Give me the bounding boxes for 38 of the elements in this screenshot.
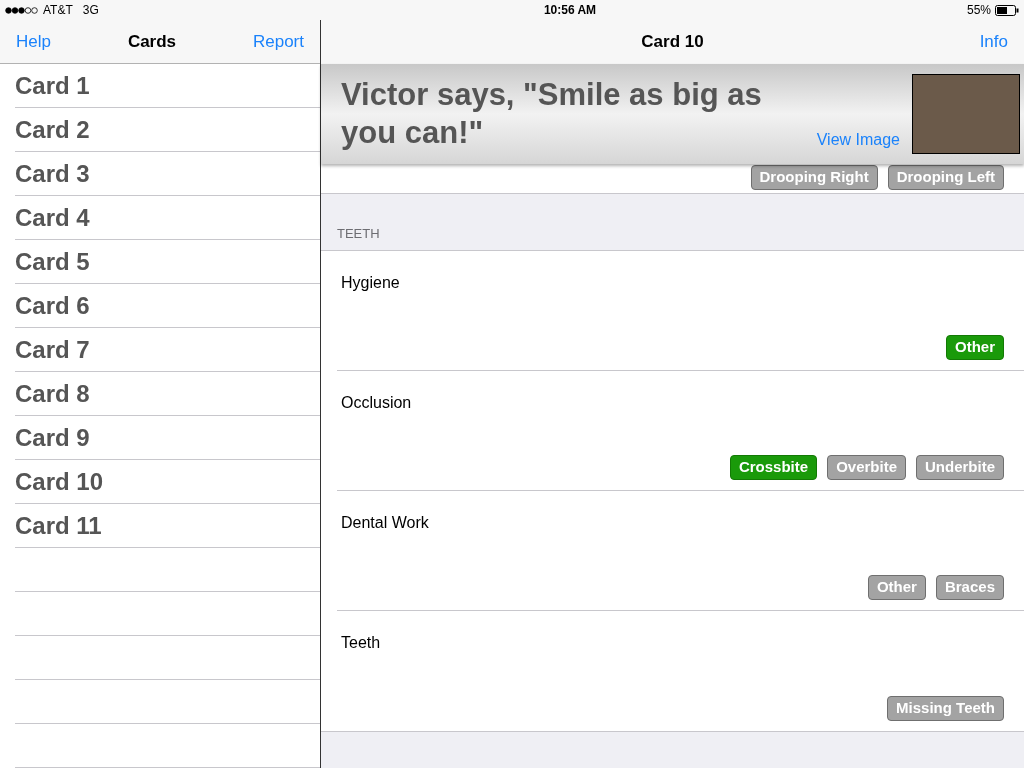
option-button[interactable]: Overbite <box>827 455 906 480</box>
card-list-item[interactable]: Card 11 <box>15 507 102 544</box>
card-list-item[interactable]: Card 6 <box>15 287 90 324</box>
card-list-item[interactable]: Card 1 <box>15 67 90 104</box>
option-button[interactable]: Missing Teeth <box>887 696 1004 721</box>
section-header: TEETH <box>337 225 380 244</box>
card-list-item[interactable]: Card 3 <box>15 155 90 192</box>
card-list-item[interactable]: Card 7 <box>15 331 90 368</box>
option-button[interactable]: Underbite <box>916 455 1004 480</box>
battery-percent: 55% <box>966 2 991 19</box>
option-button[interactable]: Drooping Right <box>750 165 878 190</box>
sidebar-title: Cards <box>127 30 177 53</box>
help-link[interactable]: Help <box>16 28 51 55</box>
info-link[interactable]: Info <box>979 29 1008 55</box>
option-button[interactable]: Other <box>867 575 926 600</box>
signal-icon <box>5 6 39 14</box>
option-button[interactable]: Other <box>946 335 1004 360</box>
option-button[interactable]: Crossbite <box>729 455 818 480</box>
battery-icon <box>995 4 1019 16</box>
card-list-item[interactable]: Card 10 <box>15 463 104 500</box>
card-list-item[interactable]: Card 8 <box>15 375 90 412</box>
card-prompt: Victor says, "Smile as big as you can!" <box>341 76 763 152</box>
report-link[interactable]: Report <box>252 28 304 55</box>
view-image-link[interactable]: View Image <box>816 128 900 152</box>
option-button[interactable]: Drooping Left <box>887 165 1004 190</box>
row-label: Hygiene <box>340 273 401 293</box>
row-label: Dental Work <box>340 513 430 533</box>
status-time: 10:56 AM <box>543 2 597 19</box>
card-list-item[interactable]: Card 2 <box>15 111 90 148</box>
network-type: 3G <box>82 2 99 19</box>
row-label: Teeth <box>340 633 382 653</box>
card-list-item[interactable]: Card 9 <box>15 419 90 456</box>
row-label: Occlusion <box>340 393 413 413</box>
card-list-item[interactable]: Card 4 <box>15 199 90 236</box>
detail-title: Card 10 <box>641 31 704 54</box>
card-list-item[interactable]: Card 5 <box>15 243 90 280</box>
carrier-name: AT&T <box>43 2 73 19</box>
option-button[interactable]: Braces <box>935 575 1004 600</box>
